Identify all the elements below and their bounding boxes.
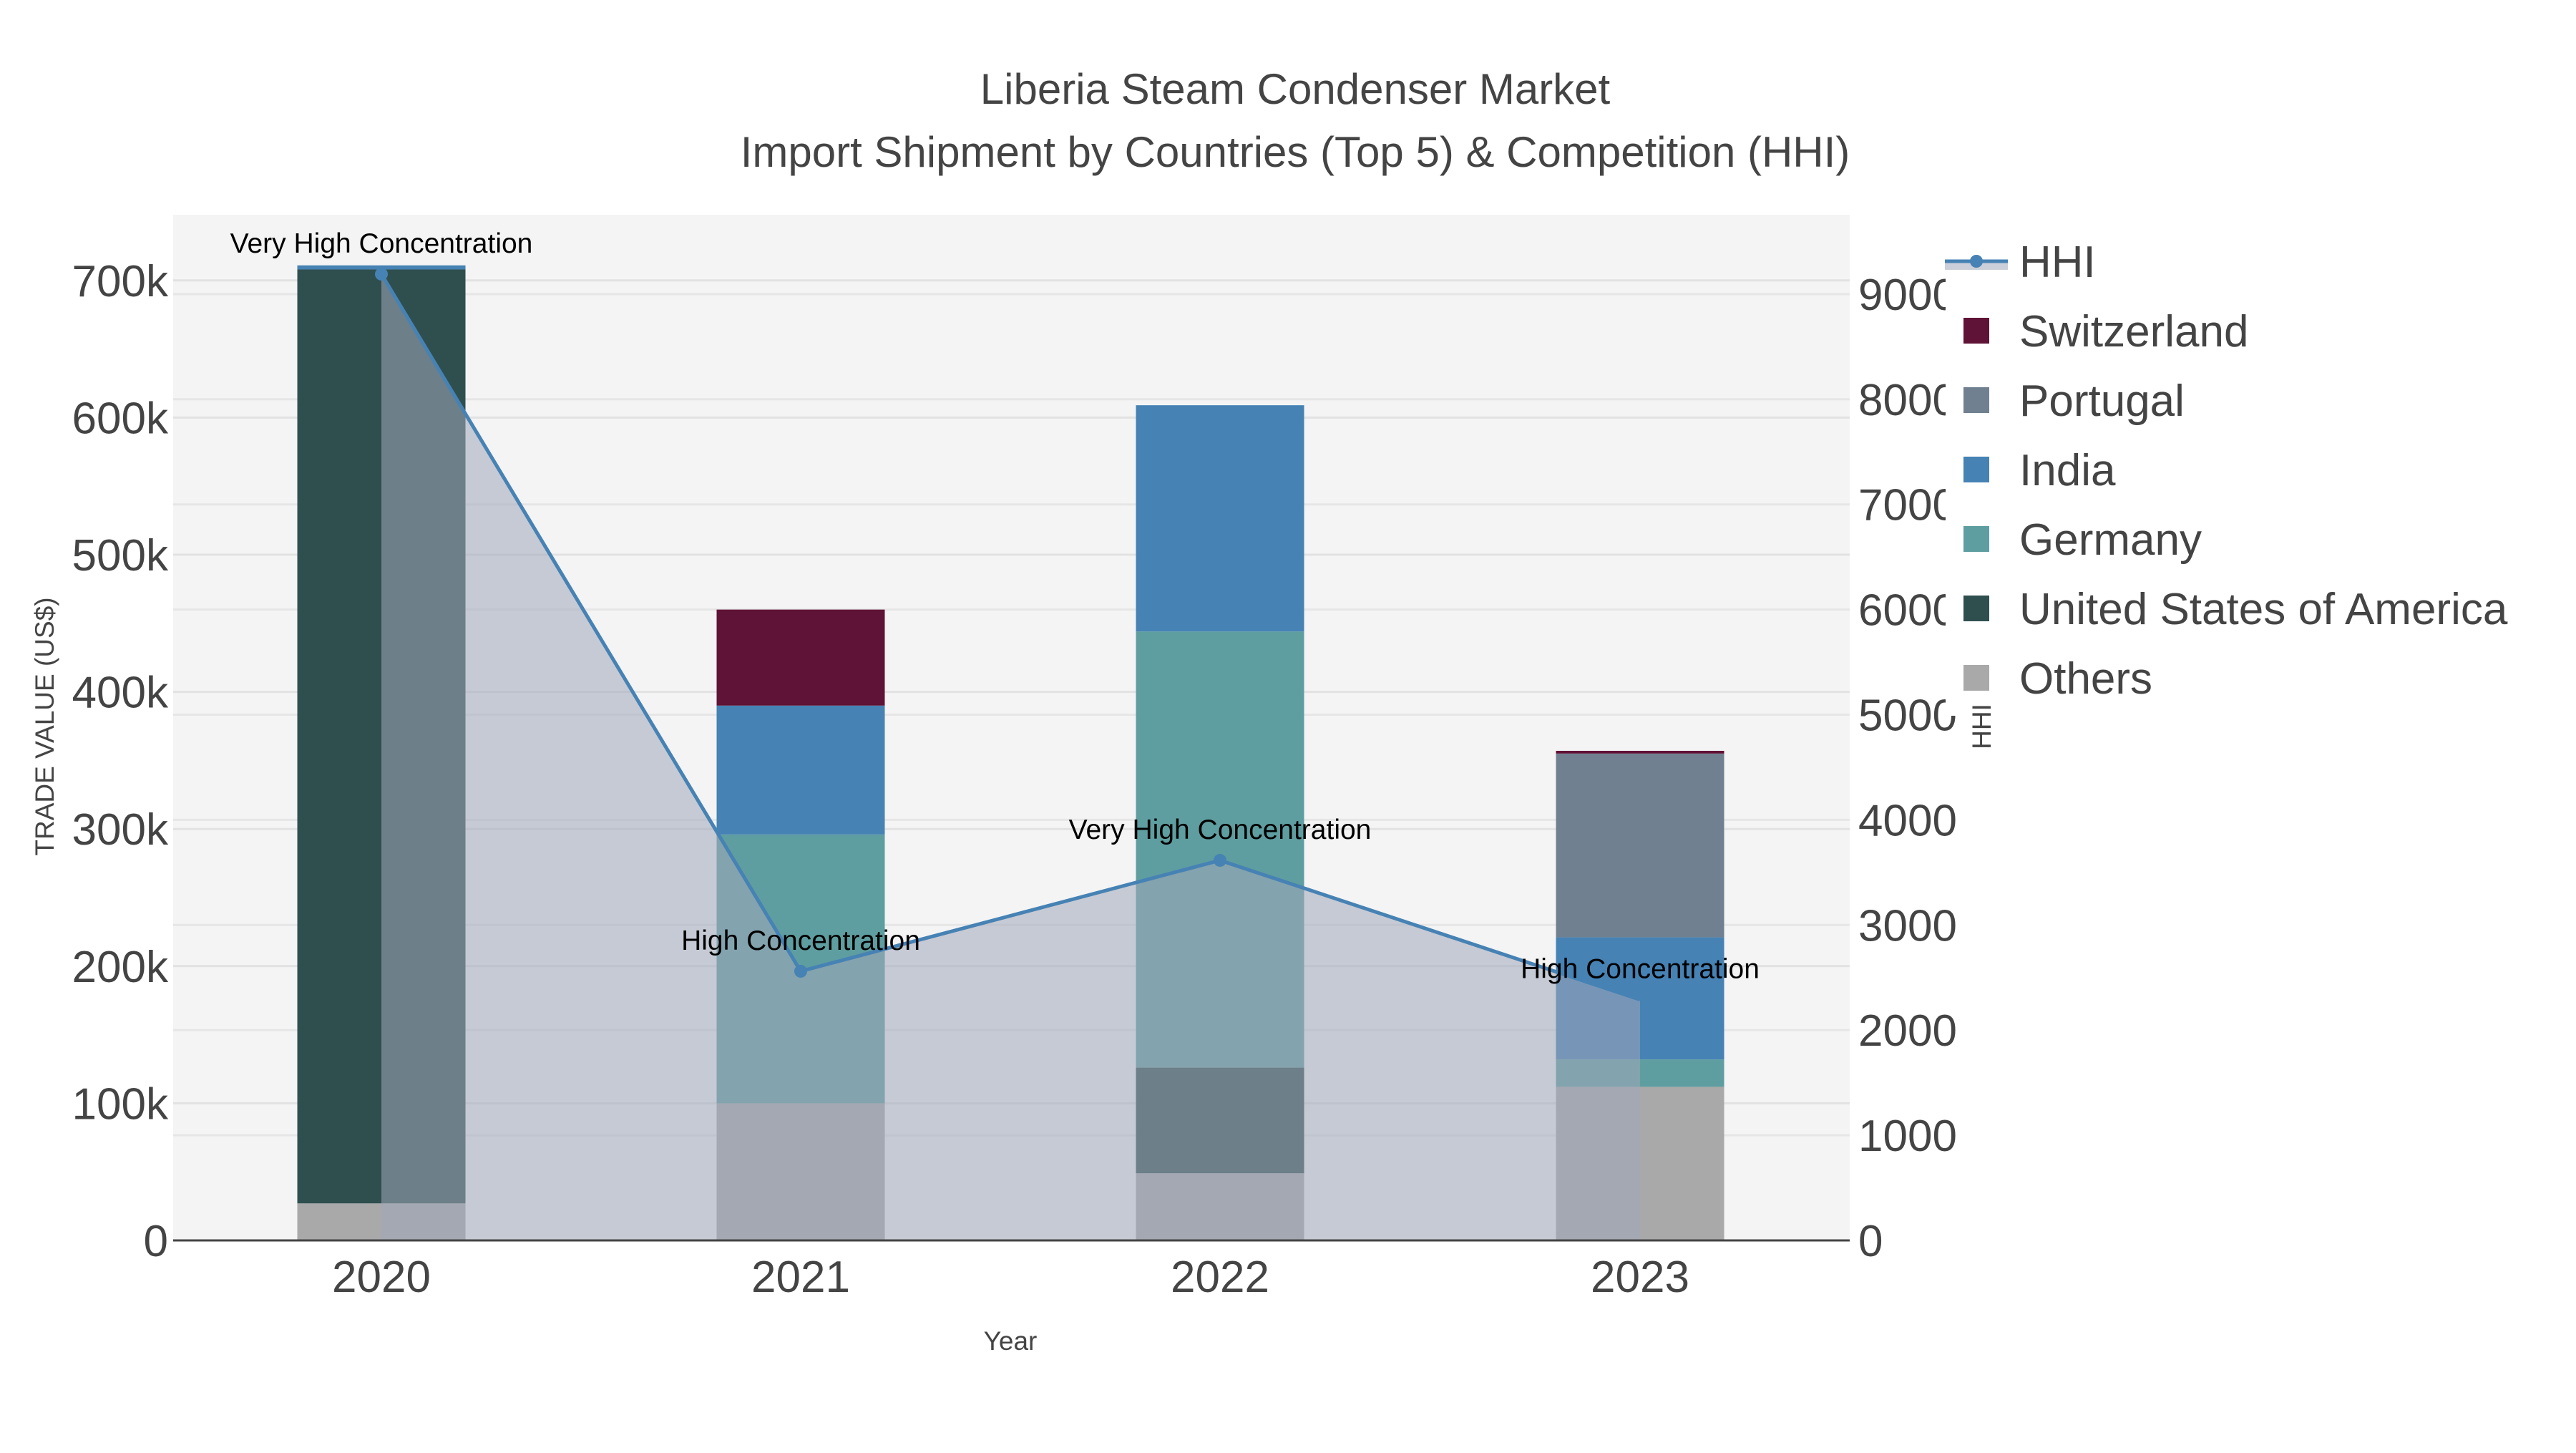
y-tick-label: 100k <box>72 1079 169 1129</box>
y-tick-label: 300k <box>72 805 169 855</box>
hhi-annotation: High Concentration <box>1521 954 1760 985</box>
y-axis-title: TRADE VALUE (US$) <box>30 597 59 855</box>
hhi-point <box>375 267 388 281</box>
hhi-point <box>794 964 807 978</box>
legend-swatch-icon <box>1963 457 1989 482</box>
legend-item-label: Germany <box>2019 515 2202 565</box>
y2-tick-label: 0 <box>1858 1217 1883 1266</box>
y2-tick-label: 5000 <box>1858 691 1957 741</box>
chart: Very High Concentration High Concentratio… <box>30 65 2576 1356</box>
legend-item-label: India <box>2019 446 2116 495</box>
chart-subtitle: Import Shipment by Countries (Top 5) & C… <box>741 128 1850 176</box>
y2-tick-label: 1000 <box>1858 1112 1957 1161</box>
y2-tick-label: 9000 <box>1858 271 1957 320</box>
legend-item-label: United States of America <box>2019 585 2508 634</box>
legend-swatch-icon <box>1963 526 1989 552</box>
legend-item-label: Switzerland <box>2019 307 2248 356</box>
bar-portugal <box>1556 753 1724 938</box>
y-tick-label: 500k <box>72 531 169 580</box>
y2-tick-label: 6000 <box>1858 586 1957 636</box>
y2-axis-title: HHI <box>1967 704 1996 749</box>
y-tick-label: 0 <box>144 1217 168 1266</box>
y2-tick-label: 4000 <box>1858 796 1957 845</box>
legend-swatch-icon <box>1963 387 1989 413</box>
x-tick-label: 2020 <box>332 1253 431 1302</box>
chart-title: Liberia Steam Condenser Market <box>980 65 1611 113</box>
y-tick-label: 600k <box>72 394 169 443</box>
bar-india <box>716 705 885 835</box>
x-tick-label: 2022 <box>1171 1253 1269 1302</box>
hhi-annotation: High Concentration <box>681 925 920 956</box>
y-tick-label: 200k <box>72 943 169 992</box>
hhi-annotation: Very High Concentration <box>230 228 533 259</box>
legend-item-label: HHI <box>2019 238 2096 287</box>
y-tick-label: 400k <box>72 669 169 718</box>
legend-swatch-icon <box>1963 596 1989 621</box>
legend-hhi-marker-icon <box>1970 255 1983 268</box>
bar-switzerland <box>1556 750 1724 754</box>
hhi-annotation: Very High Concentration <box>1069 815 1372 845</box>
y2-tick-label: 3000 <box>1858 901 1957 951</box>
x-axis-title: Year <box>984 1326 1038 1356</box>
y-tick-label: 700k <box>72 257 169 306</box>
y2-tick-label: 2000 <box>1858 1006 1957 1056</box>
bar-india <box>1136 405 1304 632</box>
legend-item-label: Portugal <box>2019 376 2185 426</box>
legend-item-label: Others <box>2019 654 2152 704</box>
legend-swatch-icon <box>1963 318 1989 344</box>
bar-switzerland <box>716 609 885 706</box>
y2-tick-label: 7000 <box>1858 481 1957 530</box>
hhi-point <box>1214 853 1226 867</box>
y2-tick-label: 8000 <box>1858 376 1957 425</box>
x-tick-label: 2023 <box>1591 1253 1689 1302</box>
x-tick-label: 2021 <box>751 1253 850 1302</box>
legend-swatch-icon <box>1963 665 1989 691</box>
